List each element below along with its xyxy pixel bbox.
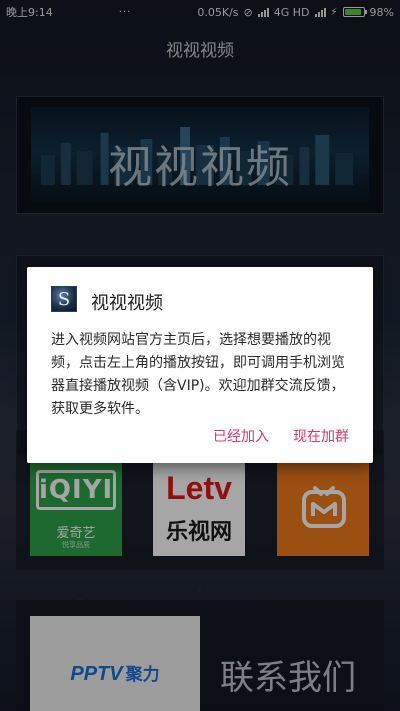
join-group-button[interactable]: 现在加群 (293, 426, 349, 446)
dialog-title: 视视视频 (91, 293, 163, 314)
app-logo-icon: S (51, 286, 77, 312)
dialog-actions: 已经加入 现在加群 (213, 426, 349, 446)
dialog-message: 进入视频网站官方主页后，选择想要播放的视频，点击左上角的播放按钮，即可调用手机浏… (51, 332, 345, 417)
info-dialog: S 视视视频 进入视频网站官方主页后，选择想要播放的视频，点击左上角的播放按钮，… (27, 267, 373, 463)
already-joined-button[interactable]: 已经加入 (213, 426, 269, 446)
